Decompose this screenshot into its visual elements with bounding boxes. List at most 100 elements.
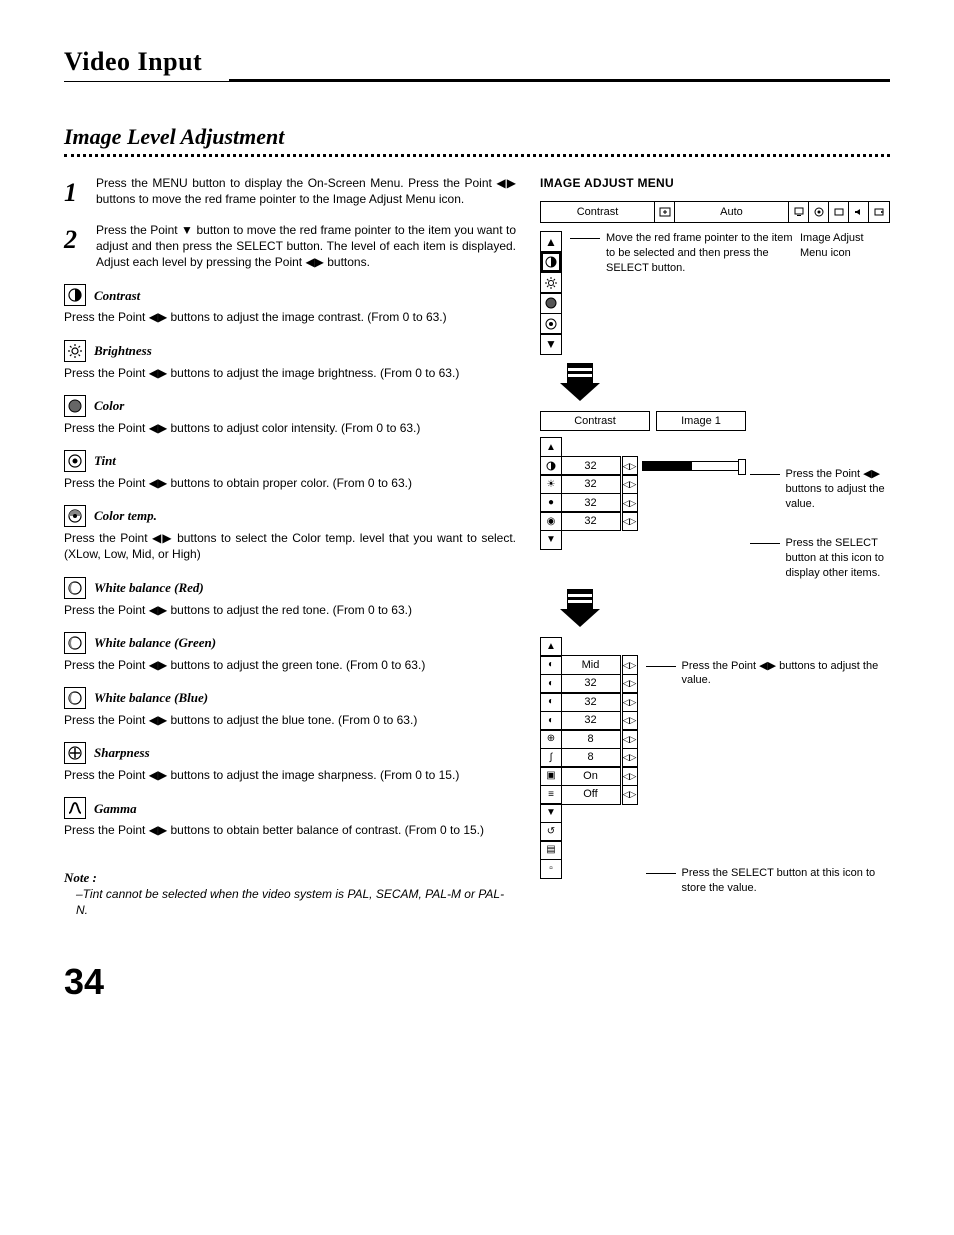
- step-text: Press the Point ▼ button to move the red…: [96, 222, 516, 271]
- color-icon: [540, 292, 562, 314]
- brightness-icon: ☀: [540, 474, 562, 494]
- spinner-icon: ◁▷: [622, 711, 638, 731]
- wb-red-icon: ◐: [540, 674, 562, 694]
- film-icon: ≡: [540, 785, 562, 805]
- right-column: IMAGE ADJUST MENU Contrast Auto ▲ ▼: [540, 175, 890, 919]
- spinner-icon: ◁▷: [622, 511, 638, 531]
- value: 32: [561, 511, 621, 531]
- spinner-icon: ◁▷: [622, 729, 638, 749]
- wb-green-icon: ◐: [540, 692, 562, 712]
- spinner-icon: ◁▷: [622, 474, 638, 494]
- item-desc: Press the Point ◀▶ buttons to adjust col…: [64, 420, 516, 436]
- item-desc: Press the Point ◀▶ buttons to adjust the…: [64, 712, 516, 728]
- menubar-mode: Auto: [675, 202, 789, 222]
- tint-icon: ◉: [540, 511, 562, 531]
- value: 32: [561, 674, 621, 694]
- item-title: Contrast: [94, 287, 140, 305]
- image-adjust-icon: [809, 202, 829, 222]
- annot-other: Press the SELECT button at this icon to …: [786, 536, 891, 581]
- annot-pointer: Move the red frame pointer to the item t…: [606, 231, 794, 276]
- annot-menu-icon: Image Adjust Menu icon: [800, 231, 890, 276]
- value: 8: [561, 729, 621, 749]
- value: On: [561, 766, 621, 786]
- value: Off: [561, 785, 621, 805]
- setting-item: GammaPress the Point ◀▶ buttons to obtai…: [64, 797, 516, 838]
- spinner-icon: ◁▷: [622, 766, 638, 786]
- wb-blue-icon: ◐: [540, 711, 562, 731]
- step-1: 1 Press the MENU button to display the O…: [64, 175, 516, 210]
- setting-item: White balance (Green) Press the Point ◀▶ …: [64, 632, 516, 673]
- image-adjust-menu-title: IMAGE ADJUST MENU: [540, 175, 890, 191]
- item-title: White balance (Green): [94, 634, 216, 652]
- setting-item: Color temp. Press the Point ◀▶ buttons to…: [64, 505, 516, 562]
- item-title: Tint: [94, 452, 116, 470]
- gamma-icon: ∫: [540, 748, 562, 768]
- input-icon: [655, 202, 675, 222]
- note-block: Note : –Tint cannot be selected when the…: [64, 869, 516, 919]
- item-title: Sharpness: [94, 744, 150, 762]
- scroll-up-icon: ▲: [540, 637, 562, 657]
- fat-arrow-icon: [560, 363, 600, 403]
- slider: [642, 461, 742, 471]
- item-desc: Press the Point ◀▶ buttons to adjust the…: [64, 657, 516, 673]
- item-title: White balance (Red): [94, 579, 204, 597]
- value: 8: [561, 748, 621, 768]
- spinner-icon: ◁▷: [622, 692, 638, 712]
- sharpness-icon: [64, 742, 86, 764]
- spinner-icon: ◁▷: [622, 674, 638, 694]
- contrast-icon: [540, 251, 562, 273]
- osd-menubar: Contrast Auto: [540, 201, 890, 223]
- page-number: 34: [64, 958, 890, 1007]
- item-desc: Press the Point ◀▶ buttons to select the…: [64, 530, 516, 562]
- item-desc: Press the Point ◀▶ buttons to obtain pro…: [64, 475, 516, 491]
- color-icon: [64, 395, 86, 417]
- scroll-down-icon: ▼: [540, 333, 562, 355]
- annot-adjust-2: Press the Point ◀▶ buttons to adjust the…: [682, 659, 891, 689]
- item-title: White balance (Blue): [94, 689, 208, 707]
- screen-icon: [829, 202, 849, 222]
- brightness-icon: [64, 340, 86, 362]
- section-title: Image Level Adjustment: [64, 122, 890, 152]
- spinner-icon: ◁▷: [622, 456, 638, 476]
- tint-icon: [64, 450, 86, 472]
- title-rule: [64, 81, 890, 82]
- step-number: 2: [64, 222, 82, 271]
- colortemp-icon: ◐: [540, 655, 562, 675]
- value: 32: [561, 493, 621, 513]
- sharpness-icon: ⊕: [540, 729, 562, 749]
- spinner-icon: ◁▷: [622, 493, 638, 513]
- annot-adjust: Press the Point ◀▶ buttons to adjust the…: [786, 467, 891, 512]
- dotted-rule: [64, 154, 890, 157]
- value: 32: [561, 474, 621, 494]
- scroll-down-icon: ▼: [540, 530, 562, 550]
- setting-item: ContrastPress the Point ◀▶ buttons to ad…: [64, 284, 516, 325]
- item-title: Color temp.: [94, 507, 157, 525]
- fat-arrow-icon: [560, 589, 600, 629]
- wb-red-icon: [64, 577, 86, 599]
- item-desc: Press the Point ◀▶ buttons to adjust the…: [64, 365, 516, 381]
- item-desc: Press the Point ◀▶ buttons to obtain bet…: [64, 822, 516, 838]
- panel2-mode: Image 1: [656, 411, 746, 431]
- osd-vertical-strip: ▲ ▼: [540, 231, 562, 356]
- pc-icon: [789, 202, 809, 222]
- note-text: –Tint cannot be selected when the video …: [76, 886, 516, 918]
- progressive-icon: ▣: [540, 766, 562, 786]
- step-2: 2 Press the Point ▼ button to move the r…: [64, 222, 516, 271]
- setting-item: Tint Press the Point ◀▶ buttons to obtain…: [64, 450, 516, 491]
- step-number: 1: [64, 175, 82, 210]
- left-column: 1 Press the MENU button to display the O…: [64, 175, 516, 919]
- scroll-down-icon: ▼: [540, 803, 562, 823]
- item-desc: Press the Point ◀▶ buttons to adjust the…: [64, 767, 516, 783]
- value-panel-2: ▲ ◐Mid◁▷ ◐32◁▷ ◐32◁▷ ◐32◁▷ ⊕8◁▷ ∫8◁▷ ▣On…: [540, 637, 638, 879]
- gamma-icon: [64, 797, 86, 819]
- colortemp-icon: [64, 505, 86, 527]
- contrast-icon: [64, 284, 86, 306]
- value: 32: [561, 456, 621, 476]
- contrast-icon: [540, 456, 562, 476]
- item-title: Color: [94, 397, 124, 415]
- spinner-icon: ◁▷: [622, 748, 638, 768]
- wb-blue-icon: [64, 687, 86, 709]
- note-label: Note :: [64, 869, 516, 887]
- item-title: Brightness: [94, 342, 152, 360]
- menubar-label: Contrast: [541, 202, 655, 222]
